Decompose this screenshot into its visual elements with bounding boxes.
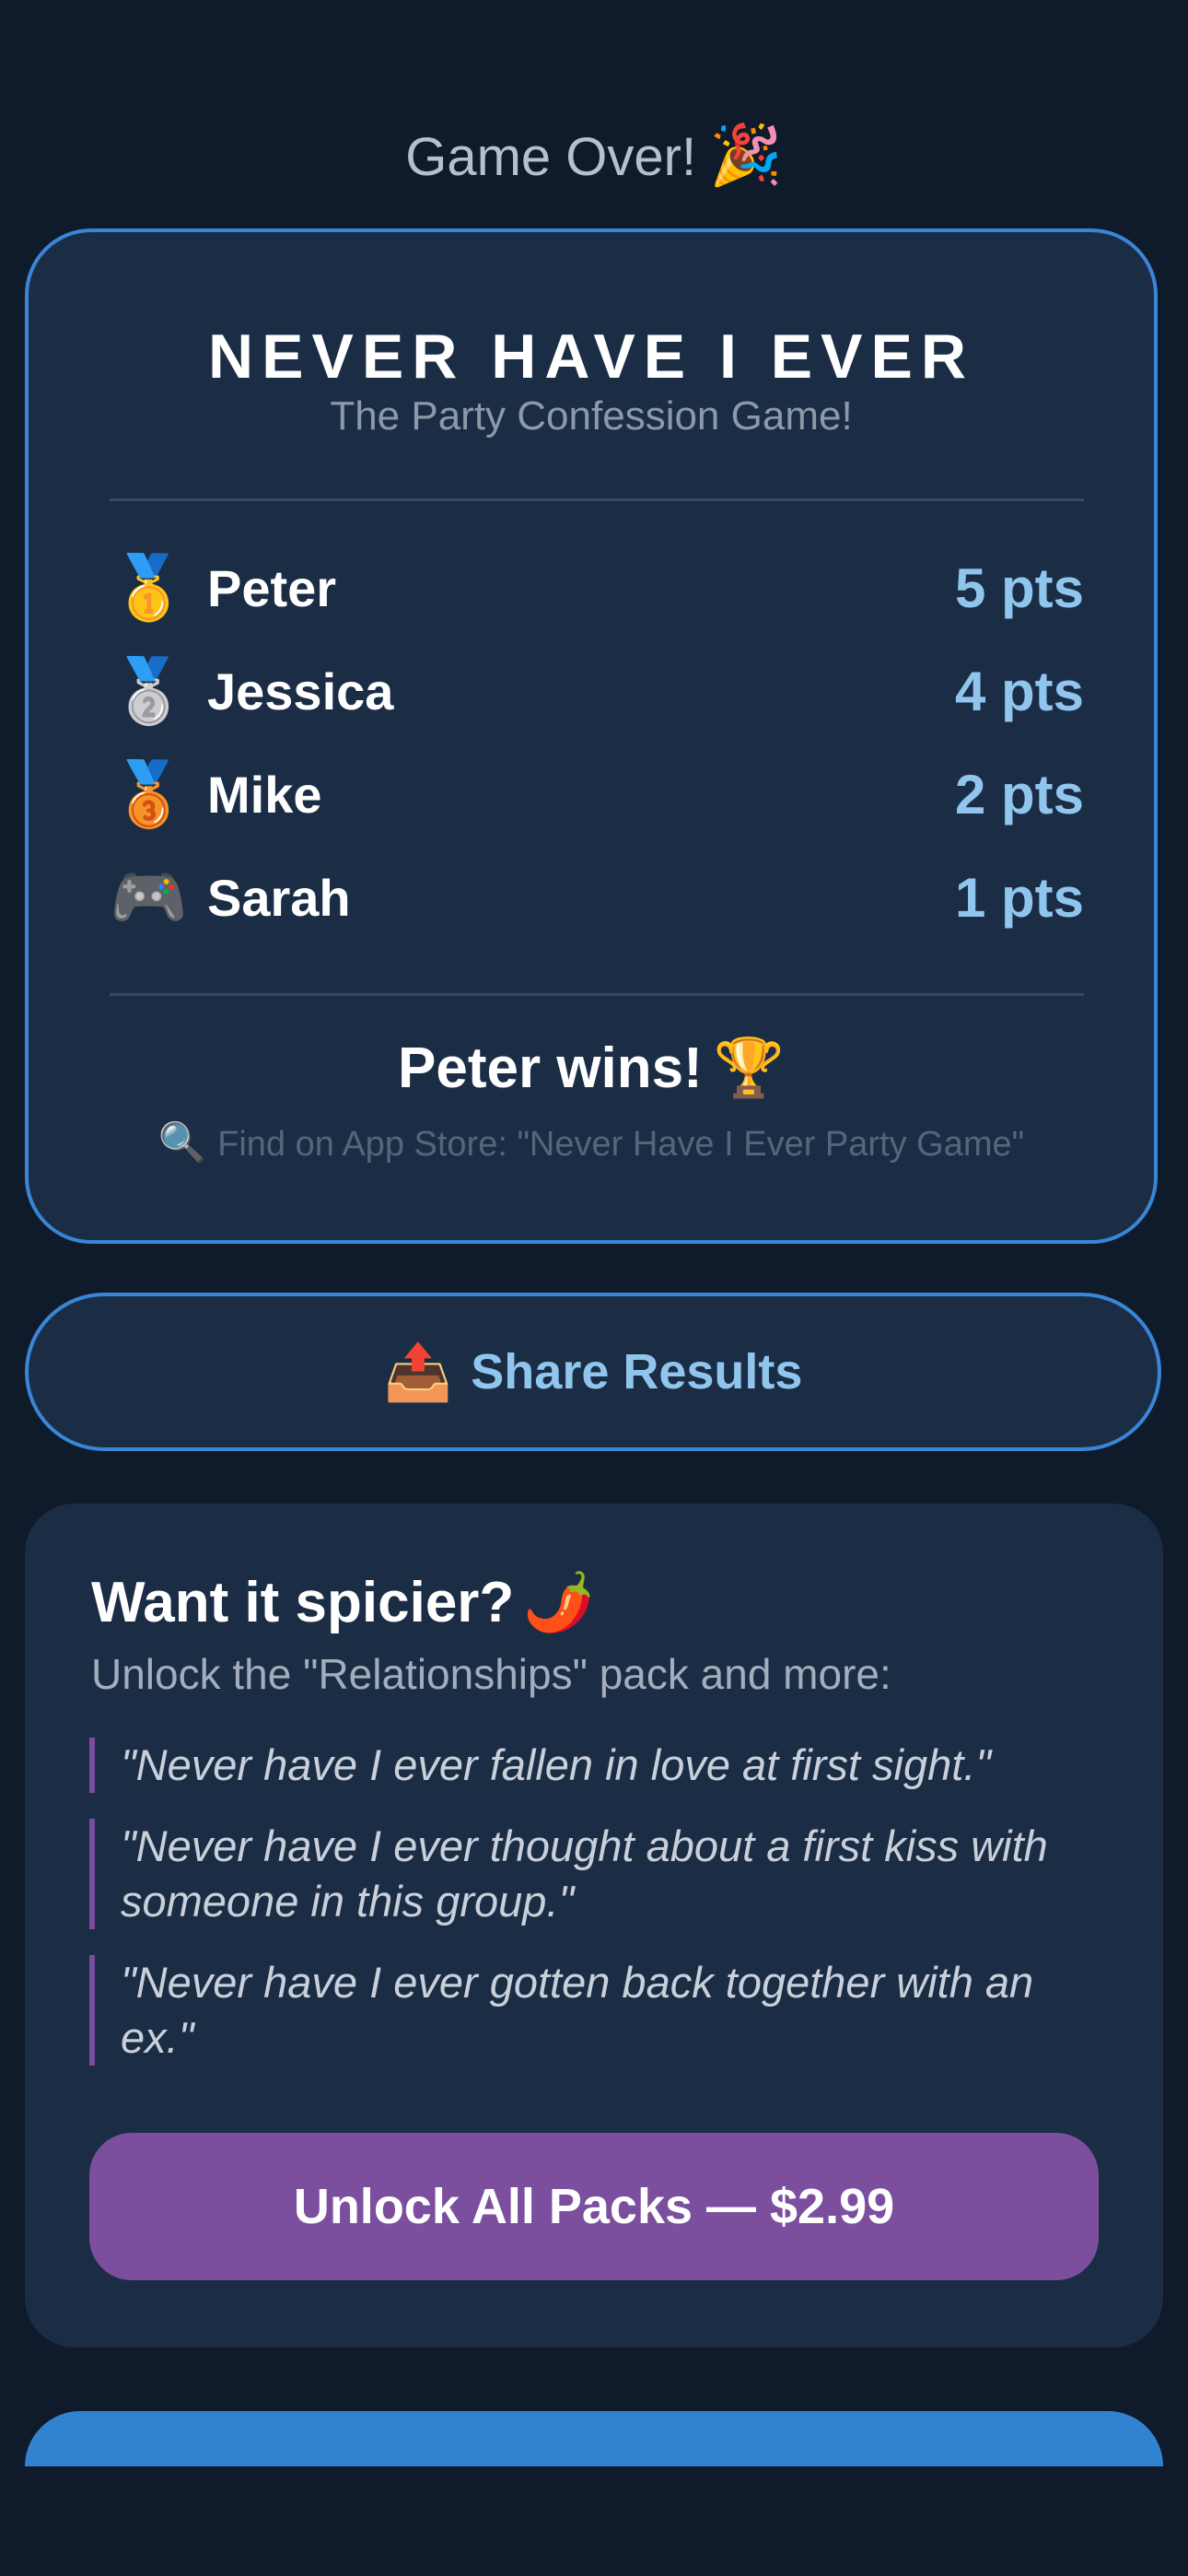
sample-quote: "Never have I ever thought about a first… [89,1819,1102,1929]
trophy-icon: 🏆 [713,1036,785,1100]
result-card: NEVER HAVE I EVER The Party Confession G… [25,228,1158,1244]
player-points: 4 pts [954,660,1084,722]
share-results-label: Share Results [471,1344,803,1399]
player-points: 1 pts [954,866,1084,929]
unlock-all-packs-button[interactable]: Unlock All Packs — $2.99 [89,2133,1099,2280]
game-title: NEVER HAVE I EVER [208,322,974,392]
store-hint: 🔍 Find on App Store: "Never Have I Ever P… [29,1117,1154,1170]
player-name: Peter [207,558,337,617]
game-subtitle: The Party Confession Game! [330,393,853,439]
outbox-tray-icon: 📤 [383,1341,453,1403]
score-row: 🥉 Mike 2 pts [110,743,1084,846]
party-popper-icon: 🎉 [709,122,783,188]
player-name: Jessica [207,662,394,720]
page-title-text: Game Over! [405,127,697,187]
upsell-subtitle: Unlock the "Relationships" pack and more… [91,1650,891,1698]
sample-quote: "Never have I ever gotten back together … [89,1955,1102,2066]
player-name: Sarah [207,868,351,927]
winner-label: Peter wins! [398,1036,703,1100]
player-points: 5 pts [954,556,1084,619]
winner-text: Peter wins! 🏆 [29,1032,1154,1106]
score-row: 🎮 Sarah 1 pts [110,846,1084,949]
player-points: 2 pts [954,763,1084,825]
bronze-medal-icon: 🥉 [110,759,188,829]
store-hint-text: Find on App Store: "Never Have I Ever Pa… [217,1125,1025,1164]
page-title: Game Over! 🎉 [0,118,1188,194]
magnifier-icon: 🔍 [157,1120,207,1164]
divider [110,993,1084,996]
game-over-screen: Game Over! 🎉 NEVER HAVE I EVER The Party … [0,0,1188,2576]
score-list: 🥇 Peter 5 pts 🥈 Jessica 4 pts 🥉 Mike 2 p… [110,536,1084,949]
quote-list: "Never have I ever fallen in love at fir… [89,1738,1102,2091]
player-name: Mike [207,765,322,824]
divider [110,498,1084,501]
upsell-title-text: Want it spicier? [91,1571,515,1634]
silver-medal-icon: 🥈 [110,656,188,726]
score-row: 🥇 Peter 5 pts [110,536,1084,639]
upsell-title: Want it spicier? 🌶️ [91,1566,595,1640]
sample-quote: "Never have I ever fallen in love at fir… [89,1738,1102,1793]
score-row: 🥈 Jessica 4 pts [110,639,1084,743]
bottom-action-button[interactable] [25,2411,1163,2466]
share-results-button[interactable]: 📤 Share Results [25,1293,1161,1451]
chili-pepper-icon: 🌶️ [523,1571,595,1634]
upsell-card: Want it spicier? 🌶️ Unlock the "Relations… [25,1504,1163,2348]
game-controller-icon: 🎮 [110,862,188,932]
gold-medal-icon: 🥇 [110,553,188,623]
